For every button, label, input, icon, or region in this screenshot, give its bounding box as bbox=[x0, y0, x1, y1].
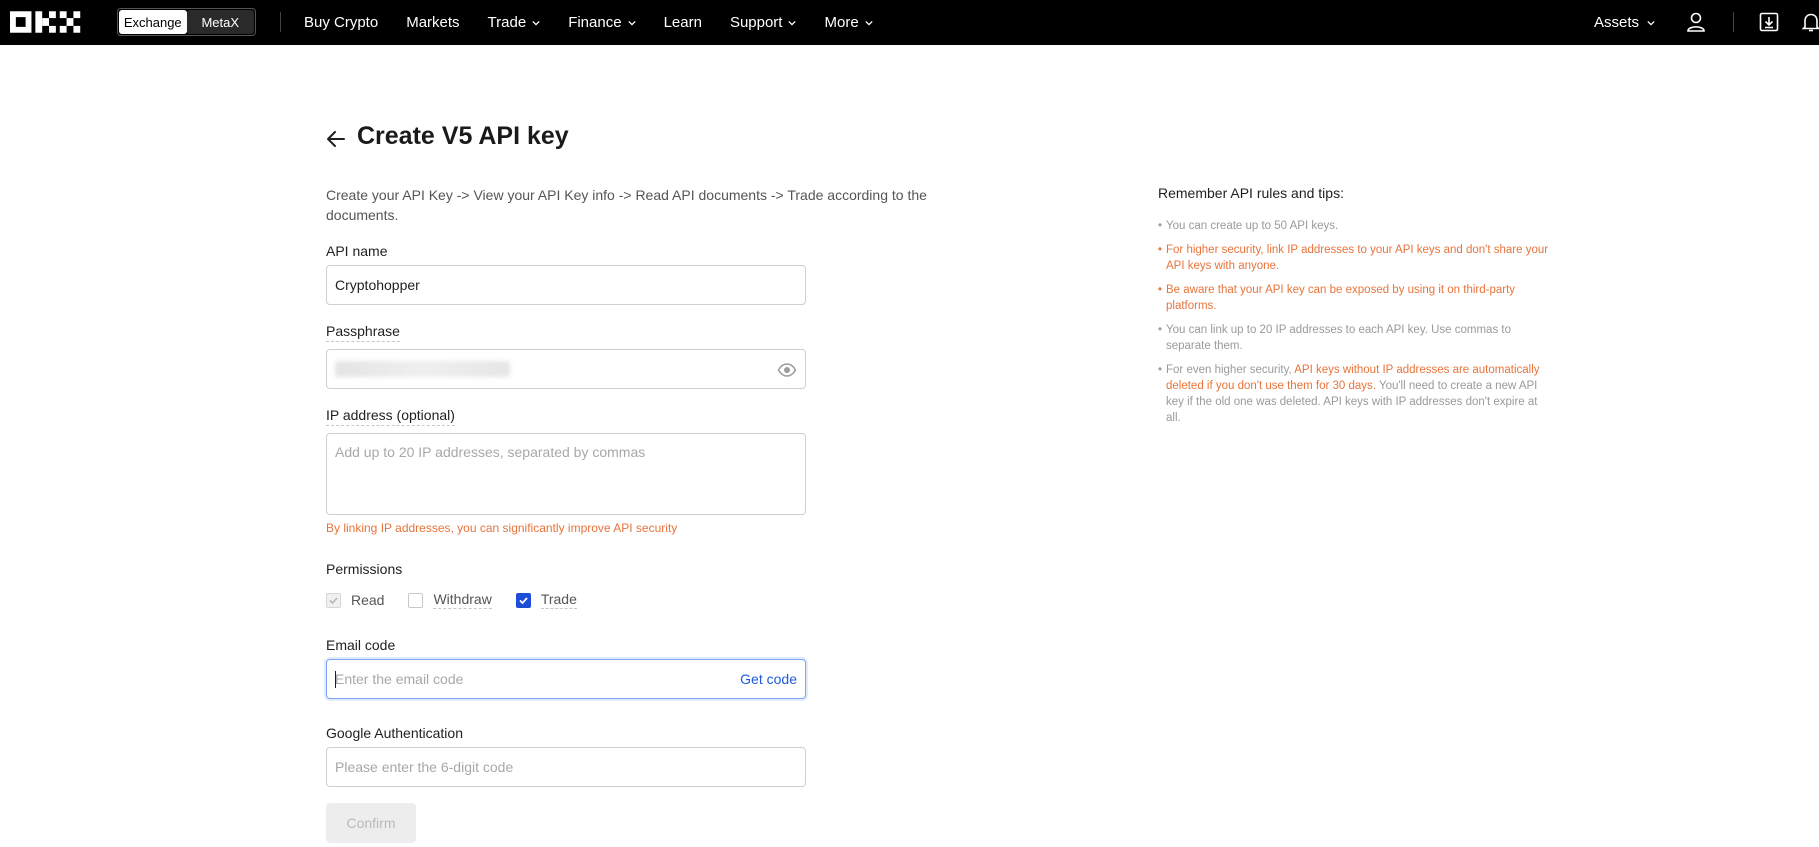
tips-list: You can create up to 50 API keys. For hi… bbox=[1158, 218, 1553, 434]
user-icon[interactable] bbox=[1685, 11, 1707, 33]
checkmark-icon bbox=[519, 596, 528, 604]
nav-label: Learn bbox=[663, 14, 702, 31]
withdraw-checkbox[interactable] bbox=[408, 592, 424, 608]
eye-icon[interactable] bbox=[777, 360, 797, 380]
logo-icon[interactable] bbox=[10, 11, 90, 33]
passphrase-input[interactable] bbox=[326, 349, 806, 389]
chevron-down-icon bbox=[788, 20, 797, 26]
nav-label: Trade bbox=[487, 14, 527, 31]
nav-label: Support bbox=[729, 14, 783, 31]
google-auth-input[interactable] bbox=[326, 747, 806, 787]
nav-buy-crypto[interactable]: Buy Crypto bbox=[304, 14, 378, 31]
tip-item: For even higher security, API keys witho… bbox=[1158, 362, 1553, 426]
nav-learn[interactable]: Learn bbox=[664, 14, 702, 31]
ip-address-label: IP address (optional) bbox=[326, 407, 455, 426]
confirm-button[interactable]: Confirm bbox=[326, 803, 416, 843]
tip-item: You can create up to 50 API keys. bbox=[1158, 218, 1553, 234]
tip-item: You can link up to 20 IP addresses to ea… bbox=[1158, 322, 1553, 354]
nav-label: Markets bbox=[406, 14, 460, 31]
permission-trade[interactable]: Trade bbox=[515, 591, 577, 609]
tips-title: Remember API rules and tips: bbox=[1158, 185, 1344, 201]
api-name-input[interactable] bbox=[326, 265, 806, 305]
flow-description: Create your API Key -> View your API Key… bbox=[326, 187, 927, 223]
permission-withdraw[interactable]: Withdraw bbox=[408, 591, 492, 609]
permission-read: Read bbox=[326, 592, 384, 608]
email-code-input[interactable] bbox=[335, 660, 715, 698]
api-name-label: API name bbox=[326, 243, 388, 259]
assets-label: Assets bbox=[1594, 14, 1640, 31]
exchange-metax-switch: Exchange MetaX bbox=[117, 8, 256, 36]
nav-markets[interactable]: Markets bbox=[406, 14, 459, 31]
read-checkbox bbox=[326, 592, 341, 608]
nav-more[interactable]: More bbox=[824, 14, 873, 31]
chevron-down-icon bbox=[532, 20, 540, 26]
metax-tab[interactable]: MetaX bbox=[186, 10, 254, 34]
permission-label: Trade bbox=[540, 591, 577, 609]
back-arrow-icon[interactable] bbox=[325, 128, 347, 150]
permissions-label: Permissions bbox=[326, 561, 403, 577]
passphrase-masked-value bbox=[335, 361, 510, 377]
nav-trade[interactable]: Trade bbox=[488, 14, 541, 31]
main-nav: Buy Crypto Markets Trade Finance Learn S… bbox=[304, 0, 873, 45]
nav-finance[interactable]: Finance bbox=[568, 14, 636, 31]
nav-label: More bbox=[824, 14, 859, 31]
nav-label: Buy Crypto bbox=[304, 14, 379, 31]
page-title: Create V5 API key bbox=[357, 122, 569, 150]
passphrase-label: Passphrase bbox=[326, 323, 400, 342]
exchange-tab[interactable]: Exchange bbox=[119, 10, 187, 34]
nav-divider bbox=[1733, 12, 1734, 32]
text-cursor bbox=[335, 671, 336, 688]
email-code-label: Email code bbox=[326, 637, 396, 653]
permission-label: Read bbox=[351, 592, 385, 608]
nav-divider bbox=[280, 12, 281, 32]
ip-security-hint: By linking IP addresses, you can signifi… bbox=[326, 521, 678, 535]
get-code-button[interactable]: Get code bbox=[740, 671, 797, 687]
tip-text: For even higher security, bbox=[1166, 364, 1295, 376]
trade-checkbox[interactable] bbox=[515, 592, 531, 608]
nav-support[interactable]: Support bbox=[730, 14, 797, 31]
permission-label: Withdraw bbox=[433, 591, 492, 609]
email-code-field: Get code bbox=[326, 659, 806, 699]
bell-icon[interactable] bbox=[1800, 11, 1819, 33]
assets-menu[interactable]: Assets bbox=[1594, 0, 1655, 45]
chevron-down-icon bbox=[1647, 20, 1655, 26]
checkmark-icon bbox=[329, 596, 338, 604]
chevron-down-icon bbox=[865, 20, 873, 26]
nav-label: Finance bbox=[568, 14, 622, 31]
ip-address-input[interactable] bbox=[326, 433, 806, 515]
google-auth-label: Google Authentication bbox=[326, 725, 463, 741]
tip-item: For higher security, link IP addresses t… bbox=[1158, 242, 1553, 274]
download-icon[interactable] bbox=[1758, 11, 1780, 33]
top-navigation: Exchange MetaX Buy Crypto Markets Trade … bbox=[0, 0, 1819, 45]
permissions-group: Read Withdraw Trade bbox=[326, 591, 577, 609]
tip-item: Be aware that your API key can be expose… bbox=[1158, 282, 1553, 314]
chevron-down-icon bbox=[627, 20, 636, 26]
